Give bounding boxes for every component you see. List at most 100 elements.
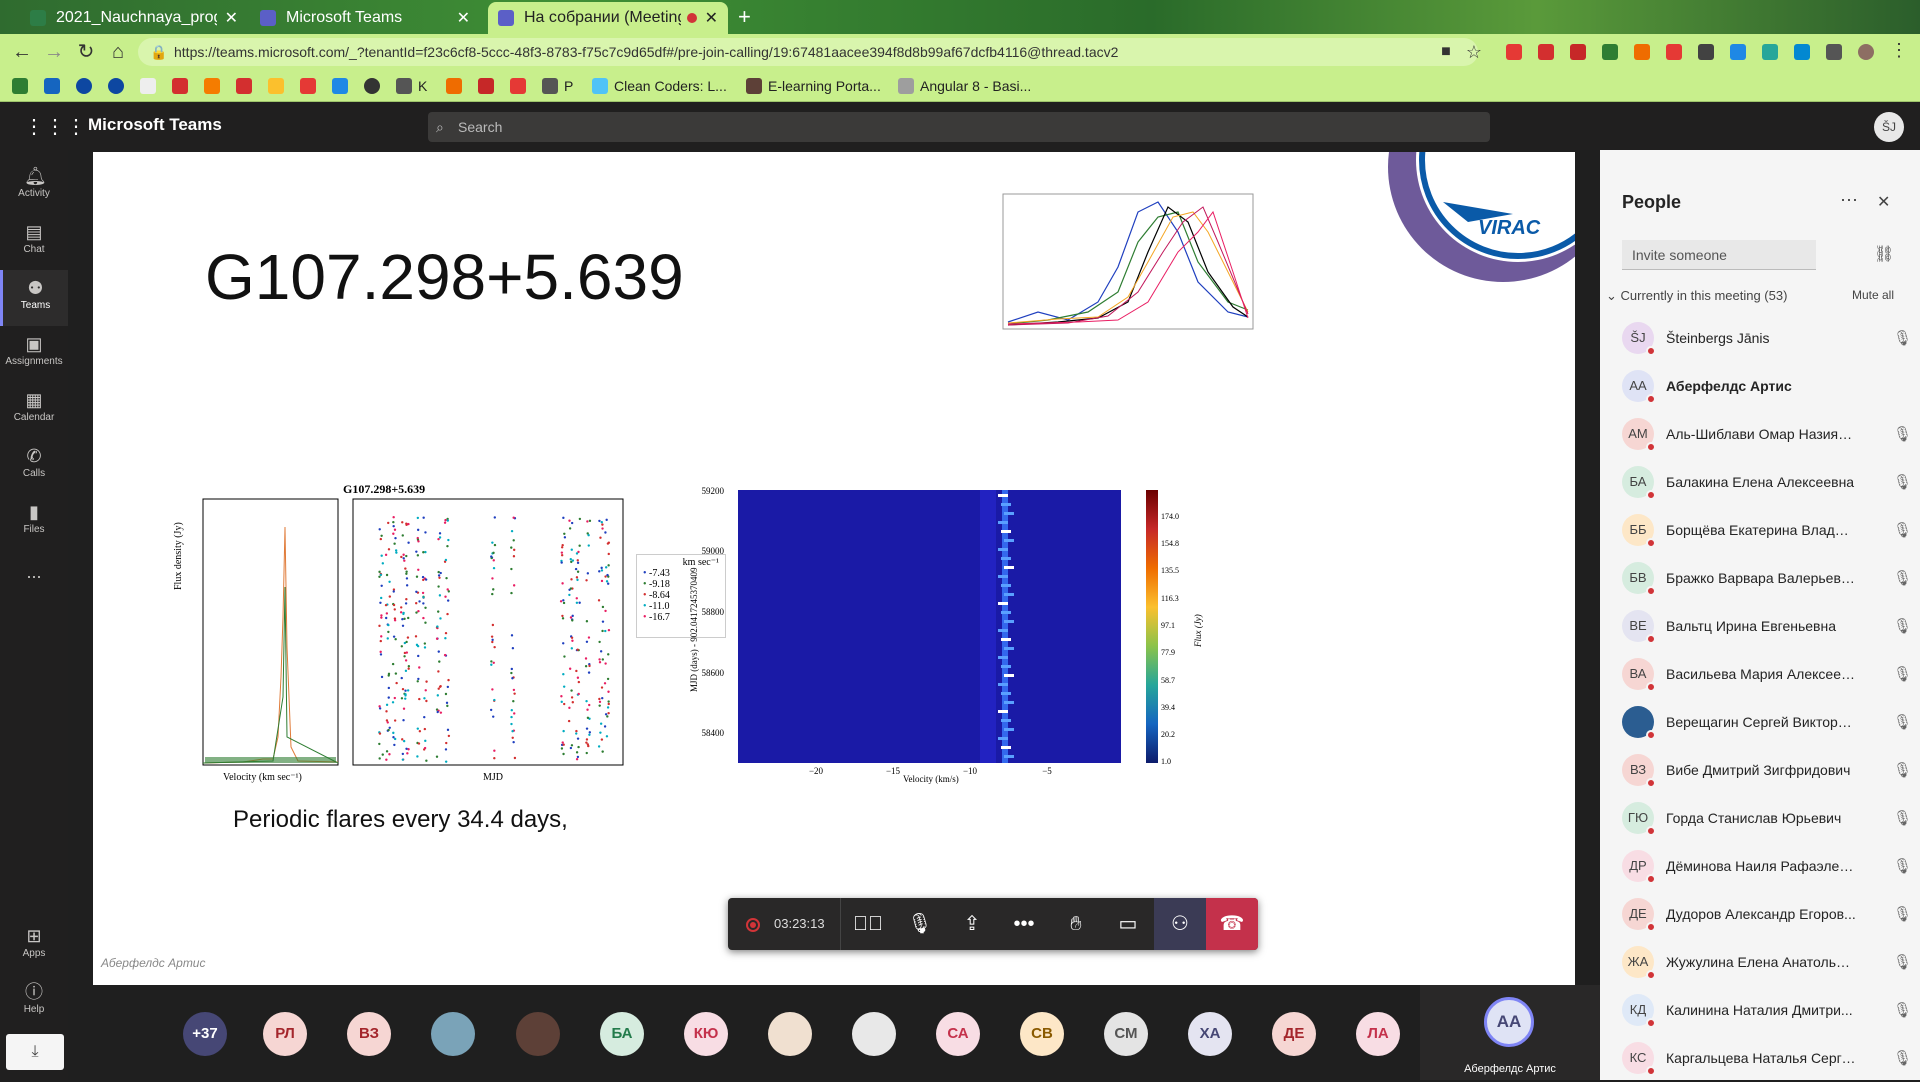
extension-icon[interactable] bbox=[1602, 44, 1618, 60]
rail-item-calendar[interactable]: ▦ Calendar bbox=[0, 382, 68, 438]
mic-muted-icon[interactable]: 🎙︎ bbox=[1893, 905, 1912, 923]
reload-icon[interactable]: ↻ bbox=[74, 40, 98, 64]
new-tab-icon[interactable]: + bbox=[738, 4, 751, 30]
share-screen-button[interactable]: ⇪ bbox=[946, 898, 998, 950]
mic-muted-icon[interactable]: 🎙︎ bbox=[1893, 1001, 1912, 1019]
youtube-icon[interactable] bbox=[510, 78, 526, 94]
participant-row[interactable]: ŠJ Šteinbergs Jānis 🎙︎ bbox=[1622, 314, 1912, 362]
mute-all-button[interactable]: Mute all bbox=[1852, 288, 1894, 302]
participant-row[interactable]: БВ Бражко Варвара Валерьевна 🎙︎ bbox=[1622, 554, 1912, 602]
participant-avatar[interactable]: ВЗ bbox=[347, 1012, 391, 1056]
more-actions-button[interactable]: ••• bbox=[998, 898, 1050, 950]
bookmark-icon[interactable] bbox=[478, 78, 494, 94]
participant-avatar-photo[interactable] bbox=[852, 1012, 896, 1056]
camera-off-button[interactable]: ▶⃠ bbox=[842, 898, 894, 950]
extension-icon[interactable] bbox=[1698, 44, 1714, 60]
menu-kebab-icon[interactable]: ⋮ bbox=[1890, 40, 1908, 61]
participant-row[interactable]: ДР Дёминова Наиля Рафаэлевна 🎙︎ bbox=[1622, 842, 1912, 890]
mic-muted-icon[interactable]: 🎙︎ bbox=[1893, 521, 1912, 539]
extension-icon[interactable] bbox=[1730, 44, 1746, 60]
mic-muted-icon[interactable]: 🎙︎ bbox=[1893, 713, 1912, 731]
bookmark-link[interactable]: Angular 8 - Basi... bbox=[898, 76, 1031, 96]
github-icon[interactable] bbox=[364, 78, 380, 94]
mic-muted-icon[interactable]: 🎙︎ bbox=[1893, 857, 1912, 875]
participant-avatar[interactable]: ХА bbox=[1188, 1012, 1232, 1056]
back-icon[interactable]: ← bbox=[10, 40, 34, 64]
overflow-participants-button[interactable]: +37 bbox=[183, 1012, 227, 1056]
participant-avatar[interactable]: КЮ bbox=[684, 1012, 728, 1056]
participant-row[interactable]: АА Аберфелдс Артис bbox=[1622, 362, 1912, 410]
participant-row[interactable]: ВА Васильева Мария Алексеевна 🎙︎ bbox=[1622, 650, 1912, 698]
mic-muted-icon[interactable]: 🎙︎ bbox=[1893, 665, 1912, 683]
participants-button[interactable]: ⚇ bbox=[1154, 898, 1206, 950]
mute-button[interactable]: 🎙︎ bbox=[894, 898, 946, 950]
youtube-icon[interactable] bbox=[300, 78, 316, 94]
participant-row[interactable]: ВЗ Вибе Дмитрий Зигфридович 🎙︎ bbox=[1622, 746, 1912, 794]
browser-tab-active[interactable]: На собрании (Meeting ✕ bbox=[488, 2, 728, 34]
active-speaker-tile[interactable]: АА Аберфелдс Артис bbox=[1420, 985, 1600, 1080]
participant-avatar-photo[interactable] bbox=[516, 1012, 560, 1056]
camera-icon[interactable]: ■ bbox=[1434, 40, 1458, 64]
pdf-icon[interactable] bbox=[1570, 44, 1586, 60]
browser-tab[interactable]: Microsoft Teams ✕ bbox=[250, 2, 480, 34]
bookmark-icon[interactable] bbox=[108, 78, 124, 94]
bookmark-star-icon[interactable]: ☆ bbox=[1462, 40, 1486, 64]
more-options-icon[interactable]: ⋯ bbox=[1840, 190, 1858, 211]
mic-muted-icon[interactable]: 🎙︎ bbox=[1893, 425, 1912, 443]
profile-avatar[interactable] bbox=[1858, 44, 1874, 60]
search-input[interactable]: ⌕ Search bbox=[428, 112, 1490, 142]
participant-avatar[interactable]: РЛ bbox=[263, 1012, 307, 1056]
drive-icon[interactable] bbox=[268, 78, 284, 94]
participant-row[interactable]: ББ Борщёва Екатерина Владим... 🎙︎ bbox=[1622, 506, 1912, 554]
home-icon[interactable]: ⌂ bbox=[106, 40, 130, 64]
rail-item-assignments[interactable]: ▣ Assignments bbox=[0, 326, 68, 382]
browser-tab[interactable]: 2021_Nauchnaya_program ✕ bbox=[20, 2, 248, 34]
rail-item-calls[interactable]: ✆ Calls bbox=[0, 438, 68, 494]
participant-row[interactable]: ВЕ Вальтц Ирина Евгеньевна 🎙︎ bbox=[1622, 602, 1912, 650]
link-icon[interactable]: ⛓ bbox=[1874, 244, 1894, 264]
bookmark-icon[interactable] bbox=[76, 78, 92, 94]
participant-row[interactable]: ГЮ Горда Станислав Юрьевич 🎙︎ bbox=[1622, 794, 1912, 842]
chat-button[interactable]: ▭ bbox=[1102, 898, 1154, 950]
office-icon[interactable] bbox=[204, 78, 220, 94]
mic-muted-icon[interactable]: 🎙︎ bbox=[1893, 569, 1912, 587]
participant-avatar-photo[interactable] bbox=[431, 1012, 475, 1056]
participant-avatar[interactable]: ДЕ bbox=[1272, 1012, 1316, 1056]
bookmark-link[interactable]: Clean Coders: L... bbox=[592, 76, 727, 96]
bookmark-folder[interactable]: K bbox=[396, 76, 427, 96]
mic-muted-icon[interactable]: 🎙︎ bbox=[1893, 329, 1912, 347]
app-launcher-icon[interactable]: ⋮⋮⋮ bbox=[24, 114, 87, 139]
bookmark-folder[interactable]: P bbox=[542, 76, 573, 96]
close-icon[interactable]: ✕ bbox=[225, 8, 238, 28]
download-icon[interactable]: ⤓ bbox=[6, 1034, 64, 1070]
invite-input[interactable]: Invite someone bbox=[1622, 240, 1816, 270]
close-icon[interactable]: ✕ bbox=[457, 8, 470, 28]
meeting-section-header[interactable]: ⌄ Currently in this meeting (53) bbox=[1606, 288, 1787, 304]
gmail-icon[interactable] bbox=[172, 78, 188, 94]
participant-row[interactable]: ЖА Жужулина Елена Анатольев... 🎙︎ bbox=[1622, 938, 1912, 986]
mic-muted-icon[interactable]: 🎙︎ bbox=[1893, 473, 1912, 491]
participant-avatar[interactable]: ЛА bbox=[1356, 1012, 1400, 1056]
close-icon[interactable]: ✕ bbox=[1877, 192, 1890, 212]
user-avatar[interactable]: ŠJ bbox=[1874, 112, 1904, 142]
puzzle-icon[interactable] bbox=[1826, 44, 1842, 60]
gmail-icon[interactable] bbox=[236, 78, 252, 94]
rail-more[interactable]: ... bbox=[0, 554, 68, 610]
rail-item-teams[interactable]: ⚉ Teams bbox=[0, 270, 68, 326]
participant-avatar[interactable]: БА bbox=[600, 1012, 644, 1056]
address-bar[interactable]: 🔒 https://teams.microsoft.com/_?tenantId… bbox=[138, 38, 1478, 66]
adblock-icon[interactable] bbox=[1538, 44, 1554, 60]
participant-row[interactable]: АМ Аль-Шиблави Омар Назиях ... 🎙︎ bbox=[1622, 410, 1912, 458]
close-icon[interactable]: ✕ bbox=[705, 8, 718, 28]
participant-avatar[interactable]: СМ bbox=[1104, 1012, 1148, 1056]
participant-avatar-photo[interactable] bbox=[768, 1012, 812, 1056]
bookmark-icon[interactable] bbox=[446, 78, 462, 94]
rail-item-activity[interactable]: 🔔︎ Activity bbox=[0, 158, 68, 214]
rail-item-chat[interactable]: ▤ Chat bbox=[0, 214, 68, 270]
extension-icon[interactable] bbox=[1634, 44, 1650, 60]
rail-item-apps[interactable]: ⊞ Apps bbox=[0, 918, 68, 974]
rail-item-help[interactable]: ⓘ Help bbox=[0, 974, 68, 1030]
participant-avatar[interactable]: СА bbox=[936, 1012, 980, 1056]
mic-muted-icon[interactable]: 🎙︎ bbox=[1893, 761, 1912, 779]
extension-icon[interactable] bbox=[1762, 44, 1778, 60]
